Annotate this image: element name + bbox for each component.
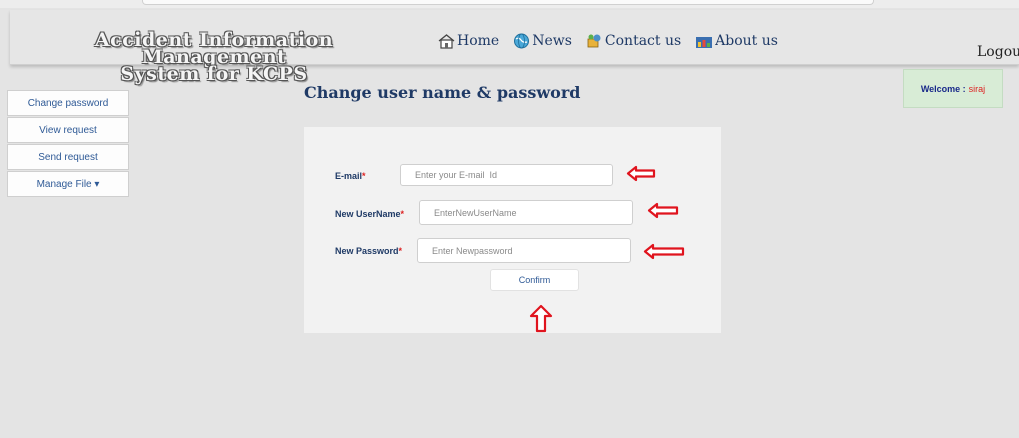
home-icon [438,33,455,49]
logo-line-1: Accident Information Management [94,29,334,68]
username-required-mark: * [400,209,405,219]
sidebar-item-view-request[interactable]: View request [7,117,129,143]
browser-address-bar[interactable] [142,0,874,5]
sidebar-item-manage-file[interactable]: Manage File ▾ [7,171,129,197]
password-label: New Password* [335,246,402,256]
nav-about-label: About us [715,33,778,49]
username-label: New UserName* [335,209,404,219]
about-icon [696,36,713,48]
sidebar-item-send-request[interactable]: Send request [7,144,129,170]
welcome-box: Welcome : siraj [903,69,1003,108]
logout-link[interactable]: Logou [977,44,1019,60]
email-required-mark: * [362,171,366,181]
arrow-up-icon [529,304,553,333]
username-label-text: New UserName [335,209,401,219]
top-nav: Home News Contact us About us [438,33,778,49]
logo-line-2: System for KCPS [120,63,308,85]
arrow-left-icon [626,165,656,182]
welcome-prefix: Welcome : [920,83,966,94]
sidebar-menu: Change password View request Send reques… [7,90,129,198]
site-logo: Accident Information Management System f… [24,29,404,85]
nav-contact[interactable]: Contact us [586,33,681,49]
nav-contact-label: Contact us [604,33,682,49]
email-label-text: E-mail [335,171,363,181]
new-username-field[interactable] [419,200,633,225]
change-credentials-form: E-mail* New UserName* New Password* Conf… [304,127,721,333]
email-label: E-mail* [335,171,366,181]
nav-home[interactable]: Home [438,33,499,49]
nav-news[interactable]: News [513,33,572,49]
nav-home-label: Home [457,33,500,49]
nav-news-label: News [532,33,572,49]
sidebar-item-change-password[interactable]: Change password [7,90,129,116]
contact-icon [587,34,601,48]
arrow-left-icon [647,202,679,219]
new-password-field[interactable] [417,238,631,263]
password-required-mark: * [398,246,403,256]
page-title: Change user name & password [304,83,581,102]
password-label-text: New Password [335,246,399,256]
arrow-left-icon [643,243,685,260]
nav-about[interactable]: About us [695,33,778,49]
confirm-button[interactable]: Confirm [490,269,579,291]
email-field[interactable] [400,164,613,186]
welcome-username: siraj [968,83,986,94]
globe-icon [514,33,530,49]
